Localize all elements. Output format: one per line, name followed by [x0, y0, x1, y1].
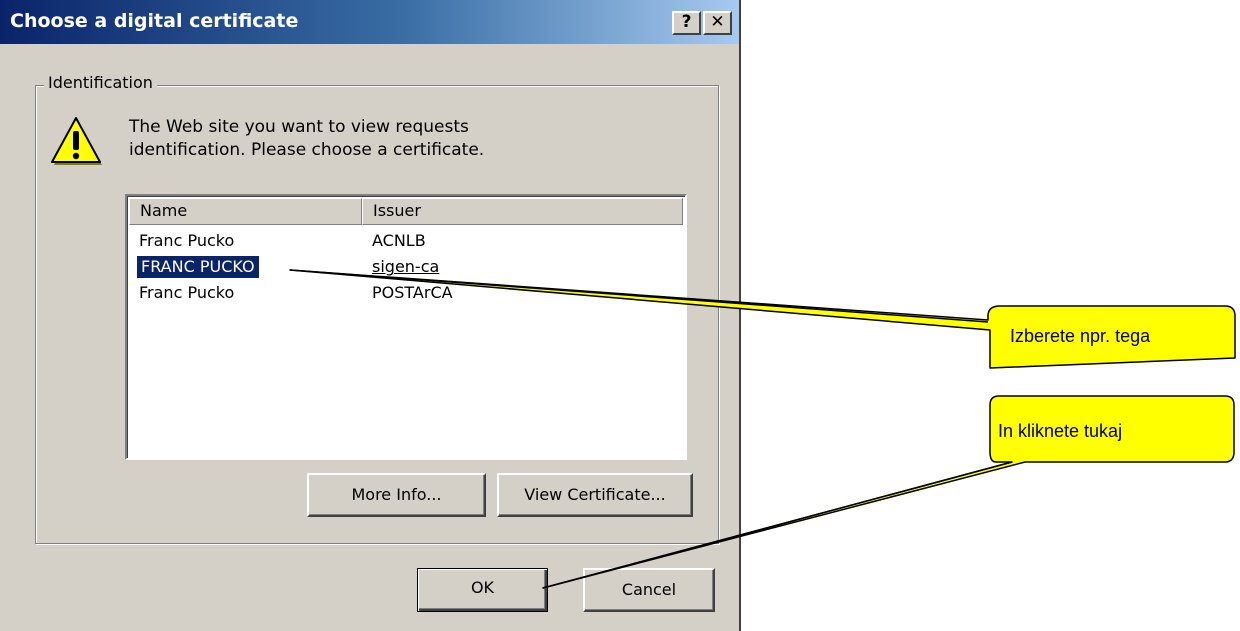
select-hint-callout: Izberete npr. tega [1010, 326, 1151, 346]
certificate-name: FRANC PUCKO [137, 256, 259, 278]
identification-group-label: Identification [44, 72, 157, 94]
certificate-name: Franc Pucko [139, 283, 235, 302]
list-item-selected[interactable]: FRANC PUCKO sigen-ca [129, 254, 683, 280]
message-line-2: identification. Please choose a certific… [129, 140, 485, 160]
ok-button[interactable]: OK [417, 568, 548, 612]
warning-icon [51, 117, 102, 165]
list-rows: Franc Pucko ACNLB FRANC PUCKO sigen-ca F… [129, 228, 683, 306]
view-certificate-button[interactable]: View Certificate... [497, 473, 693, 517]
click-hint-callout: In kliknete tukaj [998, 421, 1123, 441]
certificate-issuer: sigen-ca [372, 257, 440, 276]
column-header-issuer[interactable]: Issuer [362, 198, 683, 225]
title-bar[interactable]: Choose a digital certificate ? ✕ [0, 0, 739, 44]
certificate-name: Franc Pucko [139, 231, 235, 250]
list-item[interactable]: Franc Pucko ACNLB [129, 228, 683, 254]
column-header-name[interactable]: Name [129, 198, 362, 225]
close-button[interactable]: ✕ [703, 11, 732, 35]
help-button[interactable]: ? [672, 11, 701, 35]
certificate-list[interactable]: Name Issuer Franc Pucko ACNLB FRANC PUCK… [125, 194, 687, 460]
screenshot-stage: Choose a digital certificate ? ✕ Identif… [0, 0, 1240, 631]
identification-message: The Web site you want to view requests i… [129, 116, 649, 162]
certificate-issuer: POSTArCA [372, 283, 453, 302]
certificate-dialog: Choose a digital certificate ? ✕ Identif… [0, 0, 741, 631]
list-header: Name Issuer [129, 198, 683, 225]
message-line-1: The Web site you want to view requests [129, 117, 469, 137]
list-item[interactable]: Franc Pucko POSTArCA [129, 280, 683, 306]
more-info-button[interactable]: More Info... [307, 473, 486, 517]
cancel-button[interactable]: Cancel [583, 568, 715, 612]
certificate-issuer: ACNLB [372, 231, 426, 250]
dialog-title: Choose a digital certificate [10, 10, 299, 32]
